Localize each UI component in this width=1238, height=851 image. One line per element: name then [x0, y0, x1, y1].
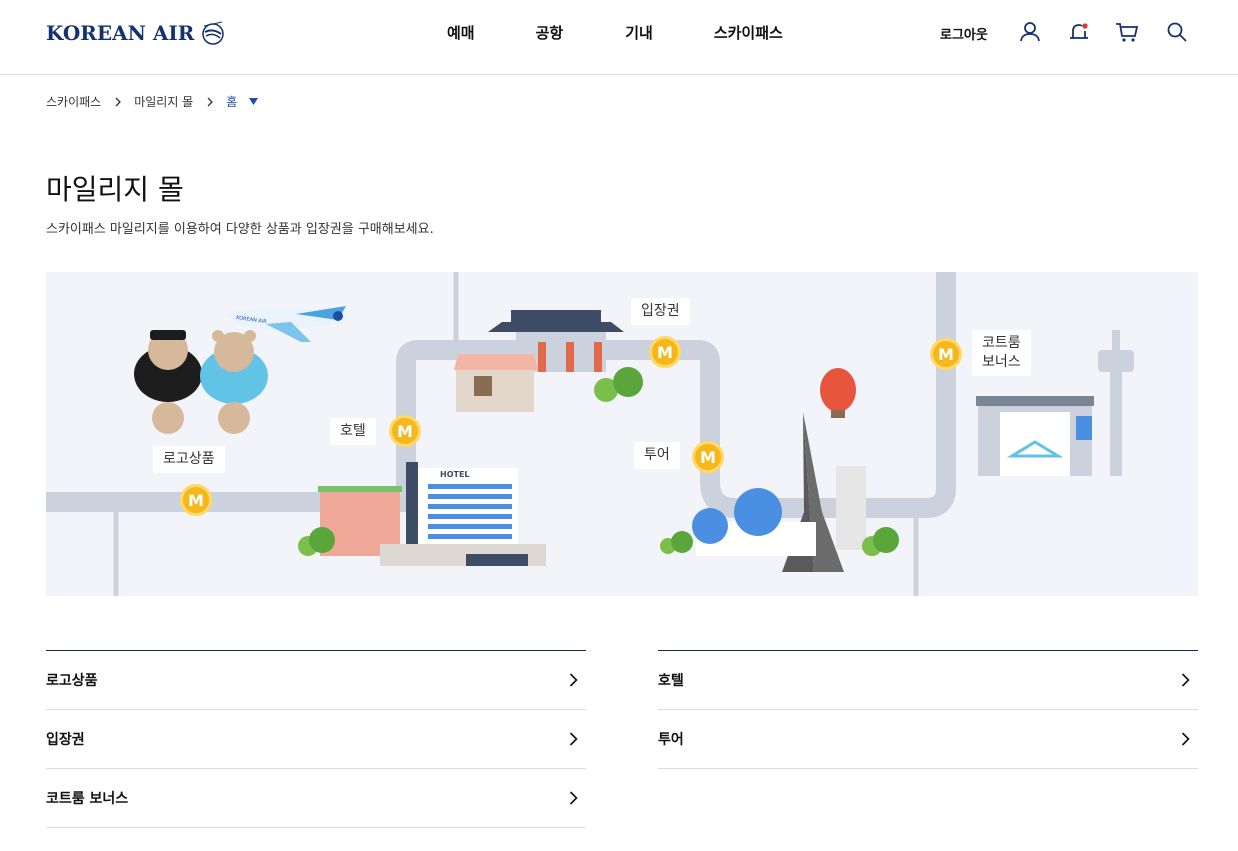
m-badge-ticket[interactable]: M: [649, 336, 681, 368]
search-icon[interactable]: [1165, 20, 1189, 44]
category-label: 입장권: [46, 732, 85, 748]
tour-illustration: [660, 368, 899, 572]
user-icon[interactable]: [1018, 20, 1042, 44]
category-coatroom-bonus[interactable]: 코트룸 보너스: [46, 769, 586, 828]
map-illustration: [46, 272, 1134, 596]
breadcrumb-skypass[interactable]: 스카이패스: [46, 93, 101, 110]
map-label-tour[interactable]: 투어: [634, 442, 680, 469]
cart-icon[interactable]: [1115, 20, 1139, 44]
category-label: 투어: [658, 732, 684, 748]
notification-bell-icon[interactable]: [1067, 20, 1091, 44]
mileage-mall-map: 로고상품 M 호텔 M 입장권 M 투어 M 코트룸 보너스 M HOTEL K…: [46, 272, 1198, 596]
map-label-ticket[interactable]: 입장권: [631, 298, 690, 325]
hotel-illustration: [298, 462, 546, 566]
chevron-right-icon: [569, 791, 578, 805]
site-header: KOREAN AIR 예매 공항 기내 스카이패스 로그아웃: [0, 0, 1238, 75]
chevron-right-icon: [569, 732, 578, 746]
category-label: 호텔: [658, 673, 684, 689]
category-tour[interactable]: 투어: [658, 710, 1198, 769]
map-label-logo-goods[interactable]: 로고상품: [153, 446, 225, 473]
page-description: 스카이패스 마일리지를 이용하여 다양한 상품과 입장권을 구매해보세요.: [46, 222, 434, 237]
category-label: 로고상품: [46, 673, 98, 689]
m-badge-logo-goods[interactable]: M: [180, 484, 212, 516]
korean-air-logo[interactable]: KOREAN AIR: [46, 18, 226, 48]
category-ticket[interactable]: 입장권: [46, 710, 586, 769]
breadcrumb-current-dropdown[interactable]: 홈: [226, 93, 259, 110]
breadcrumb-current-label: 홈: [226, 95, 238, 109]
m-badge-hotel[interactable]: M: [389, 415, 421, 447]
category-list-left: 로고상품 입장권 코트룸 보너스: [46, 650, 586, 828]
nav-item-inflight[interactable]: 기내: [625, 22, 653, 44]
nav-item-skypass[interactable]: 스카이패스: [714, 22, 783, 44]
chevron-right-icon: [115, 97, 122, 106]
m-badge-tour[interactable]: M: [692, 441, 724, 473]
logo-text: KOREAN AIR: [46, 21, 195, 45]
hotel-sign: HOTEL: [440, 470, 470, 479]
main-nav: 예매 공항 기내 스카이패스: [447, 22, 844, 44]
chevron-right-icon: [207, 97, 214, 106]
page-title: 마일리지 몰: [46, 173, 184, 206]
coatroom-label-line1: 코트룸: [982, 335, 1021, 351]
skyteam-emblem-icon: [202, 21, 225, 45]
coatroom-label-line2: 보너스: [982, 354, 1021, 370]
map-label-coatroom-bonus[interactable]: 코트룸 보너스: [972, 330, 1031, 376]
chevron-right-icon: [1181, 732, 1190, 746]
map-label-hotel[interactable]: 호텔: [330, 418, 376, 445]
palace-illustration: [454, 310, 643, 412]
breadcrumb: 스카이패스 마일리지 몰 홈: [46, 93, 259, 110]
nav-item-airport[interactable]: 공항: [536, 22, 564, 44]
caret-down-icon: [249, 98, 259, 105]
m-badge-coatroom[interactable]: M: [930, 338, 962, 370]
logout-link[interactable]: 로그아웃: [940, 24, 988, 43]
category-hotel[interactable]: 호텔: [658, 651, 1198, 710]
category-label: 코트룸 보너스: [46, 791, 129, 807]
chevron-right-icon: [1181, 673, 1190, 687]
bears-illustration: [134, 330, 268, 434]
category-logo-goods[interactable]: 로고상품: [46, 651, 586, 710]
breadcrumb-mileage-mall[interactable]: 마일리지 몰: [134, 93, 193, 110]
chevron-right-icon: [569, 673, 578, 687]
nav-item-booking[interactable]: 예매: [447, 22, 475, 44]
category-list-right: 호텔 투어: [658, 650, 1198, 769]
